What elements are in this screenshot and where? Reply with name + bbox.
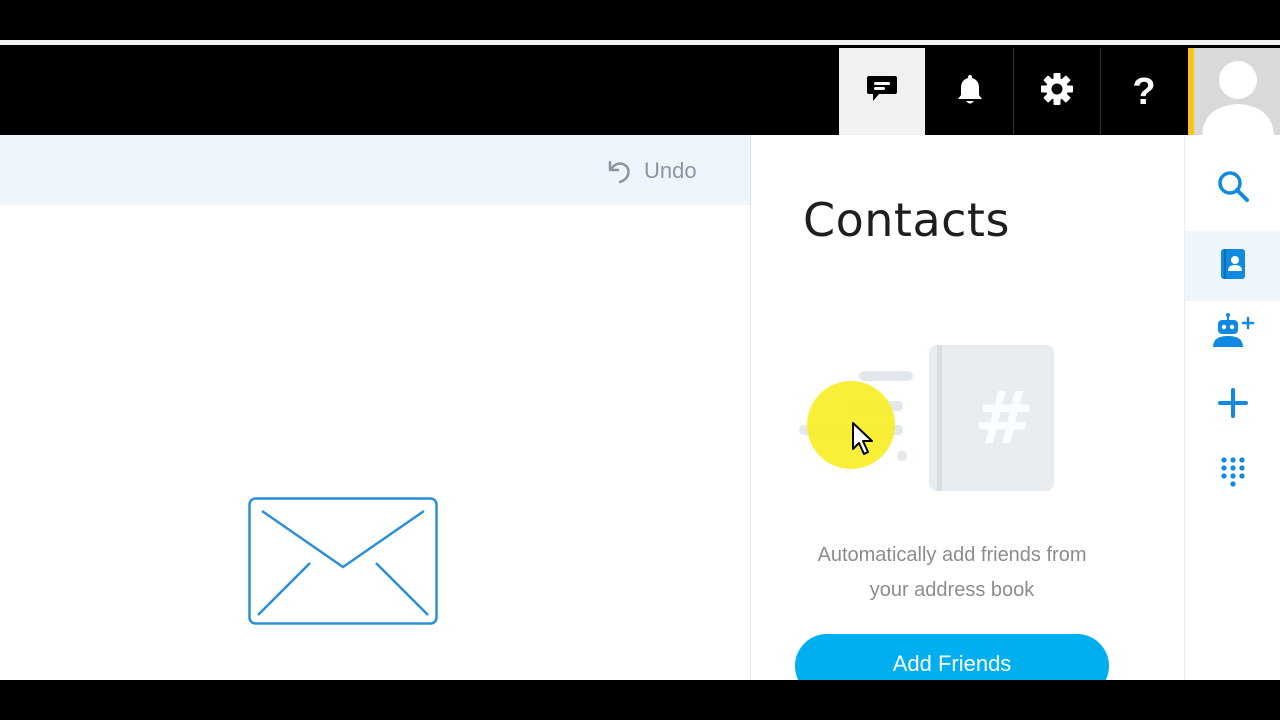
rail-new[interactable] — [1185, 370, 1280, 440]
undo-bar: Undo — [0, 135, 750, 205]
svg-text:#: # — [974, 376, 1034, 460]
letterbox-bottom — [0, 680, 1280, 720]
chat-bubble-icon — [865, 74, 899, 109]
profile-button[interactable] — [1188, 48, 1280, 135]
add-friends-button[interactable]: Add Friends — [795, 634, 1109, 680]
bell-icon — [956, 73, 984, 110]
add-bot-icon — [1211, 312, 1255, 353]
user-avatar-icon — [1194, 61, 1280, 135]
dialpad-icon — [1220, 456, 1246, 495]
rail-add-bot[interactable] — [1185, 297, 1280, 367]
undo-button[interactable]: Undo — [606, 157, 697, 185]
letterbox-top — [0, 0, 1280, 40]
right-rail — [1185, 135, 1280, 680]
undo-icon — [606, 158, 632, 184]
hint-line-2: your address book — [869, 579, 1035, 601]
rail-dialpad[interactable] — [1185, 440, 1280, 510]
plus-icon — [1217, 387, 1249, 424]
contacts-panel: Contacts # Automatically add friends fro… — [751, 135, 1184, 680]
help-button[interactable]: ? — [1101, 48, 1187, 135]
app-window: ? Undo Contacts # Automatically add frie… — [0, 0, 1280, 720]
conversation-panel: Undo — [0, 135, 750, 680]
question-mark-icon: ? — [1132, 70, 1156, 113]
envelope-icon — [248, 497, 438, 630]
chat-button[interactable] — [839, 48, 925, 135]
contacts-book-icon — [1219, 248, 1247, 285]
rail-contacts[interactable] — [1185, 231, 1280, 301]
hint-line-1: Automatically add friends from — [817, 544, 1087, 566]
gear-icon — [1040, 72, 1074, 111]
settings-button[interactable] — [1014, 48, 1100, 135]
mouse-cursor-icon — [851, 421, 877, 462]
search-icon — [1216, 169, 1250, 208]
contacts-title: Contacts — [803, 193, 1010, 247]
notifications-button[interactable] — [927, 48, 1013, 135]
contacts-hint: Automatically add friends from your addr… — [779, 538, 1125, 608]
top-header: ? — [0, 45, 1280, 135]
rail-search[interactable] — [1185, 153, 1280, 223]
undo-label: Undo — [644, 158, 697, 183]
